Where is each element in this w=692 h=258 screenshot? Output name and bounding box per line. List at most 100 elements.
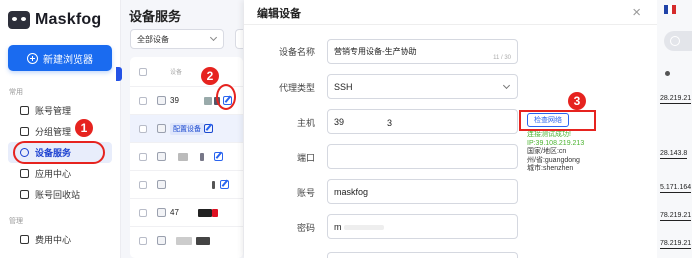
row-checkbox[interactable] bbox=[139, 237, 147, 245]
annotation-highlight-check-network bbox=[519, 110, 596, 131]
grid-icon bbox=[20, 169, 29, 178]
sidebar-item-label: 分组管理 bbox=[35, 127, 72, 137]
host-value: 39 bbox=[334, 116, 345, 127]
redacted-text bbox=[200, 153, 204, 161]
background-ip-text: 5.171.164 bbox=[660, 184, 692, 193]
section-label-common: 常用 bbox=[9, 89, 23, 96]
folder-icon bbox=[20, 127, 29, 136]
section-label-manage: 管理 bbox=[9, 218, 23, 225]
host-field[interactable]: 39 3 bbox=[327, 109, 518, 134]
redacted-text bbox=[212, 181, 215, 189]
table-row[interactable]: 配置设备 bbox=[130, 115, 243, 143]
device-name-label: 设备名称 bbox=[278, 47, 315, 57]
account-value: maskfog bbox=[334, 186, 369, 197]
table-row[interactable] bbox=[130, 171, 243, 199]
device-name: 47 bbox=[170, 208, 179, 217]
settings-icon[interactable] bbox=[204, 124, 213, 133]
background-action-button[interactable] bbox=[664, 31, 692, 51]
port-label: 端口 bbox=[296, 153, 315, 163]
background-ip-text: 78.219.21 bbox=[660, 212, 692, 221]
annotation-step-2: 2 bbox=[201, 67, 219, 85]
password-value: m bbox=[334, 221, 342, 232]
background-ip-text: 28.143.8 bbox=[660, 150, 688, 159]
device-type-icon bbox=[157, 180, 166, 189]
row-checkbox[interactable] bbox=[139, 153, 147, 161]
row-checkbox[interactable] bbox=[139, 125, 147, 133]
edit-icon[interactable] bbox=[214, 152, 223, 161]
sidebar-item-account-recycle-bin[interactable]: 账号回收站 bbox=[8, 184, 112, 205]
device-name-field[interactable]: 营销专用设备-生产协助 11 / 30 bbox=[327, 39, 518, 64]
account-label: 账号 bbox=[296, 188, 315, 198]
device-type-icon bbox=[157, 152, 166, 161]
plus-circle-icon bbox=[27, 52, 38, 64]
configure-device-tag[interactable]: 配置设备 bbox=[170, 123, 204, 135]
sidebar: Maskfog 新建浏览器 常用 账号管理 分组管理 设备服务 应用中心 账号回… bbox=[0, 0, 121, 258]
secondary-filter-input[interactable] bbox=[235, 29, 243, 49]
proxy-type-select[interactable]: SSH bbox=[327, 74, 518, 99]
row-checkbox[interactable] bbox=[139, 181, 147, 189]
password-field[interactable]: m bbox=[327, 214, 518, 239]
column-header-device: 设备 bbox=[170, 70, 183, 76]
password-label: 密码 bbox=[296, 223, 315, 233]
device-type-icon bbox=[157, 96, 166, 105]
result-ip: IP:39.108.219.213 bbox=[527, 139, 585, 147]
account-field[interactable]: maskfog bbox=[327, 179, 518, 204]
proxy-type-label: 代理类型 bbox=[278, 83, 315, 93]
sidebar-item-group-management[interactable]: 分组管理 bbox=[8, 121, 112, 142]
device-name: 39 bbox=[170, 96, 179, 105]
sidebar-item-label: 账号管理 bbox=[35, 106, 72, 116]
device-name-value: 营销专用设备-生产协助 bbox=[334, 47, 417, 56]
language-flag-icon[interactable] bbox=[664, 5, 676, 14]
annotation-highlight-device-service bbox=[13, 141, 105, 164]
table-row[interactable] bbox=[130, 227, 243, 255]
edit-icon[interactable] bbox=[220, 180, 229, 189]
result-city: 城市:shenzhen bbox=[527, 165, 574, 173]
divider bbox=[244, 24, 657, 25]
sidebar-item-label: 账号回收站 bbox=[35, 190, 81, 200]
network-check-result: 连接测试成功! IP:39.108.219.213 国家/地区:cn 州/省:g… bbox=[527, 131, 584, 174]
sidebar-item-account-management[interactable]: 账号管理 bbox=[8, 100, 112, 121]
mask-logo-icon bbox=[8, 11, 30, 29]
device-type-icon bbox=[157, 208, 166, 217]
wallet-icon bbox=[20, 235, 29, 244]
modal-title: 编辑设备 bbox=[257, 8, 301, 20]
table-row[interactable]: 47 bbox=[130, 199, 243, 227]
chevron-down-icon bbox=[209, 33, 218, 42]
next-field[interactable] bbox=[327, 252, 518, 258]
redacted-text bbox=[204, 97, 212, 105]
device-filter-select[interactable]: 全部设备 bbox=[130, 29, 224, 49]
char-counter: 11 / 30 bbox=[493, 55, 511, 61]
page-title: 设备服务 bbox=[129, 9, 182, 24]
device-type-icon bbox=[157, 124, 166, 133]
port-field[interactable] bbox=[327, 144, 518, 169]
host-label: 主机 bbox=[296, 118, 315, 128]
redacted-text bbox=[176, 237, 192, 245]
connection-status: 连接测试成功! bbox=[527, 131, 571, 138]
annotation-highlight-edit bbox=[216, 84, 236, 110]
redacted-text bbox=[178, 153, 188, 161]
app-logo[interactable]: Maskfog bbox=[8, 9, 101, 31]
device-type-icon bbox=[157, 236, 166, 245]
annotation-step-1: 1 bbox=[75, 119, 93, 137]
table-row[interactable] bbox=[130, 143, 243, 171]
redacted-text bbox=[212, 209, 218, 217]
host-value-tail: 3 bbox=[387, 118, 393, 128]
redacted-text bbox=[198, 209, 212, 217]
row-checkbox[interactable] bbox=[139, 209, 147, 217]
device-filter-value: 全部设备 bbox=[137, 34, 169, 44]
close-icon[interactable]: × bbox=[632, 4, 641, 21]
status-dot-icon bbox=[665, 71, 670, 76]
annotation-step-3: 3 bbox=[568, 92, 586, 110]
sidebar-item-label: 费用中心 bbox=[35, 235, 72, 245]
new-browser-label: 新建浏览器 bbox=[43, 54, 93, 66]
background-ip-text: 78.219.21 bbox=[660, 240, 692, 249]
redacted-text bbox=[344, 225, 384, 230]
row-checkbox[interactable] bbox=[139, 97, 147, 105]
new-browser-button[interactable]: 新建浏览器 bbox=[8, 45, 112, 71]
device-list-panel: 设备服务 全部设备 设备 39 配置设备 47 bbox=[121, 0, 246, 258]
sidebar-item-app-center[interactable]: 应用中心 bbox=[8, 163, 112, 184]
select-all-checkbox[interactable] bbox=[139, 68, 147, 76]
redacted-text bbox=[196, 237, 210, 245]
user-icon bbox=[20, 106, 29, 115]
sidebar-item-billing-center[interactable]: 费用中心 bbox=[8, 229, 112, 250]
